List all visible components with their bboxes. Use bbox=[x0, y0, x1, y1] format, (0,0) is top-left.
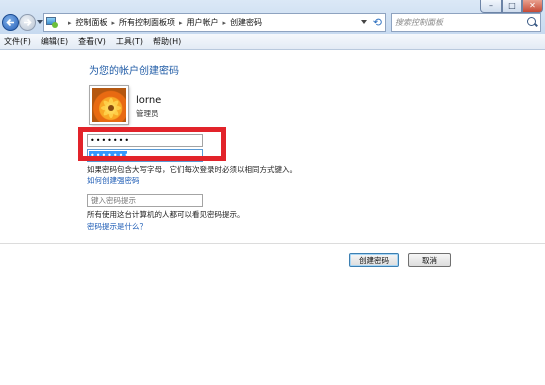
menu-view[interactable]: 查看(V) bbox=[73, 36, 111, 47]
refresh-icon[interactable]: ⟲ bbox=[373, 15, 382, 30]
minimize-icon: – bbox=[489, 1, 493, 10]
create-password-button[interactable]: 创建密码 bbox=[349, 253, 399, 267]
hint-visibility-note: 所有使用这台计算机的人都可以看见密码提示。 bbox=[87, 210, 245, 219]
close-icon: ✕ bbox=[529, 1, 536, 10]
menu-help[interactable]: 帮助(H) bbox=[148, 36, 186, 47]
search-icon[interactable] bbox=[527, 17, 536, 26]
user-name: lorne bbox=[136, 95, 162, 106]
breadcrumb-user-accounts[interactable]: 用户帐户 bbox=[187, 17, 219, 28]
cancel-button[interactable]: 取消 bbox=[408, 253, 451, 267]
menu-tools[interactable]: 工具(T) bbox=[111, 36, 148, 47]
menu-file[interactable]: 文件(F) bbox=[0, 36, 36, 47]
user-role: 管理员 bbox=[136, 109, 159, 118]
what-is-hint-link[interactable]: 密码提示是什么？ bbox=[87, 221, 147, 232]
annotation-red-box bbox=[78, 127, 226, 161]
minimize-button[interactable]: – bbox=[480, 0, 502, 13]
control-panel-icon bbox=[46, 16, 59, 29]
breadcrumb-control-panel[interactable]: 控制面板 bbox=[76, 17, 108, 28]
main-content: 为您的帐户创建密码 lorne 管理员 如果密码包含大写字母，它们每次登录时必须… bbox=[0, 50, 545, 385]
breadcrumb-create-password[interactable]: 创建密码 bbox=[230, 17, 262, 28]
title-bar: – □ ✕ ▸ 控制面板 ▸ 所有控制面板项 ▸ 用户帐户 ▸ 创建密码 ⟲ bbox=[0, 0, 545, 34]
forward-arrow-icon bbox=[24, 18, 32, 27]
search-box[interactable] bbox=[391, 13, 541, 32]
breadcrumb: ▸ 控制面板 ▸ 所有控制面板项 ▸ 用户帐户 ▸ 创建密码 bbox=[64, 14, 262, 31]
flower-avatar-icon bbox=[101, 98, 121, 118]
menu-bar: 文件(F) 编辑(E) 查看(V) 工具(T) 帮助(H) bbox=[0, 34, 545, 50]
search-input[interactable] bbox=[395, 15, 523, 30]
password-case-note: 如果密码包含大写字母，它们每次登录时必须以相同方式键入。 bbox=[87, 165, 297, 174]
page-title: 为您的帐户创建密码 bbox=[89, 66, 179, 77]
divider bbox=[0, 243, 545, 244]
avatar bbox=[90, 86, 128, 124]
menu-edit[interactable]: 编辑(E) bbox=[36, 36, 73, 47]
maximize-icon: □ bbox=[508, 1, 516, 10]
breadcrumb-all-items[interactable]: 所有控制面板项 bbox=[119, 17, 175, 28]
password-hint-field[interactable] bbox=[87, 194, 203, 207]
forward-button[interactable] bbox=[19, 14, 36, 31]
maximize-button[interactable]: □ bbox=[502, 0, 522, 13]
address-dropdown-icon[interactable] bbox=[361, 20, 367, 24]
breadcrumb-separator[interactable]: ▸ bbox=[223, 19, 227, 27]
strong-password-link[interactable]: 如何创建强密码 bbox=[87, 175, 140, 186]
breadcrumb-separator[interactable]: ▸ bbox=[68, 19, 72, 27]
back-arrow-icon bbox=[6, 18, 14, 27]
breadcrumb-separator[interactable]: ▸ bbox=[112, 19, 116, 27]
close-button[interactable]: ✕ bbox=[522, 0, 543, 13]
back-button[interactable] bbox=[2, 14, 19, 31]
breadcrumb-separator[interactable]: ▸ bbox=[179, 19, 183, 27]
address-bar[interactable]: ▸ 控制面板 ▸ 所有控制面板项 ▸ 用户帐户 ▸ 创建密码 ⟲ bbox=[43, 13, 386, 32]
